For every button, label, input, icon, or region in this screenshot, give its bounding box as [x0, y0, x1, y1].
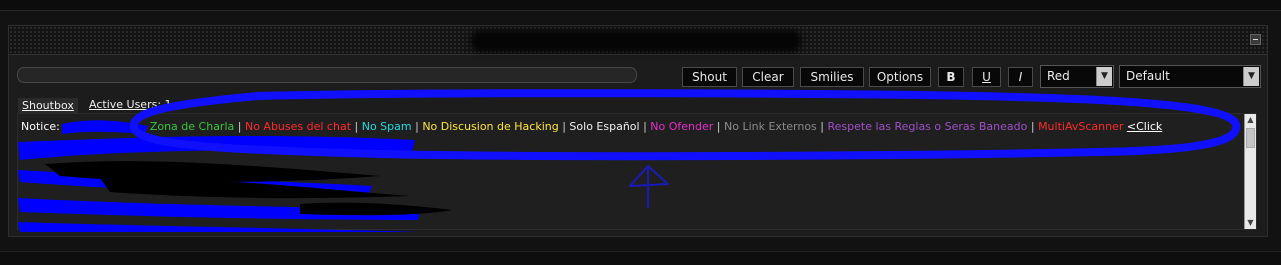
font-select[interactable]: Default ▼	[1119, 65, 1261, 88]
bold-button[interactable]: B	[938, 67, 964, 87]
shoutbox-header	[9, 26, 1267, 55]
chat-scrollbar[interactable]: ▲ ▼	[1244, 114, 1256, 229]
underline-button[interactable]: U	[972, 67, 1001, 87]
notice-item: MultiAvScanner	[1038, 120, 1124, 133]
notice-item: No Discusion de Hacking	[422, 120, 559, 133]
notice-item: No Ofender	[650, 120, 714, 133]
notice-item: No Abuses del chat	[244, 120, 352, 133]
notice-item: Solo Español	[569, 120, 640, 133]
italic-button[interactable]: I	[1008, 67, 1033, 87]
color-select[interactable]: Red ▼	[1040, 65, 1114, 88]
shout-input[interactable]	[17, 67, 637, 83]
notice-link[interactable]: <Click	[1127, 120, 1162, 133]
tab-active-users[interactable]: Active Users: 1	[89, 98, 172, 111]
chevron-down-icon[interactable]: ▼	[1243, 67, 1259, 86]
chevron-up-icon[interactable]: ▲	[1245, 114, 1256, 126]
color-select-value: Red	[1047, 69, 1070, 83]
notice-label: Notice:	[21, 120, 60, 133]
clear-button[interactable]: Clear	[742, 67, 794, 87]
options-button[interactable]: Options	[869, 67, 931, 87]
shoutbox-panel: Shout Clear Smilies Options B U I Red ▼ …	[8, 25, 1268, 237]
collapse-icon[interactable]	[1250, 34, 1261, 45]
active-users-count: : 1	[157, 98, 172, 111]
chevron-down-icon[interactable]: ▼	[1096, 67, 1112, 86]
bottom-bar	[0, 251, 1281, 265]
chevron-down-icon[interactable]: ▼	[1245, 217, 1256, 229]
top-bar	[0, 0, 1281, 11]
notice-item: No Spam	[361, 120, 412, 133]
font-select-value: Default	[1126, 69, 1170, 83]
chat-area: Notice: © - Zona de Charla | No Abuses de…	[17, 113, 1257, 230]
shout-button[interactable]: Shout	[682, 67, 737, 87]
smilies-button[interactable]: Smilies	[800, 67, 864, 87]
redacted-title	[471, 30, 801, 52]
notice-line: Notice: © - Zona de Charla | No Abuses de…	[21, 120, 1163, 133]
tab-active-users-label: Active Users	[89, 98, 158, 111]
notice-item: No Link Externos	[724, 120, 817, 133]
scrollbar-thumb[interactable]	[1246, 128, 1255, 148]
notice-item: Respete las Reglas o Seras Baneado	[827, 120, 1028, 133]
tab-shoutbox[interactable]: Shoutbox	[18, 98, 78, 113]
notice-item: © - Zona de Charla	[127, 120, 235, 133]
